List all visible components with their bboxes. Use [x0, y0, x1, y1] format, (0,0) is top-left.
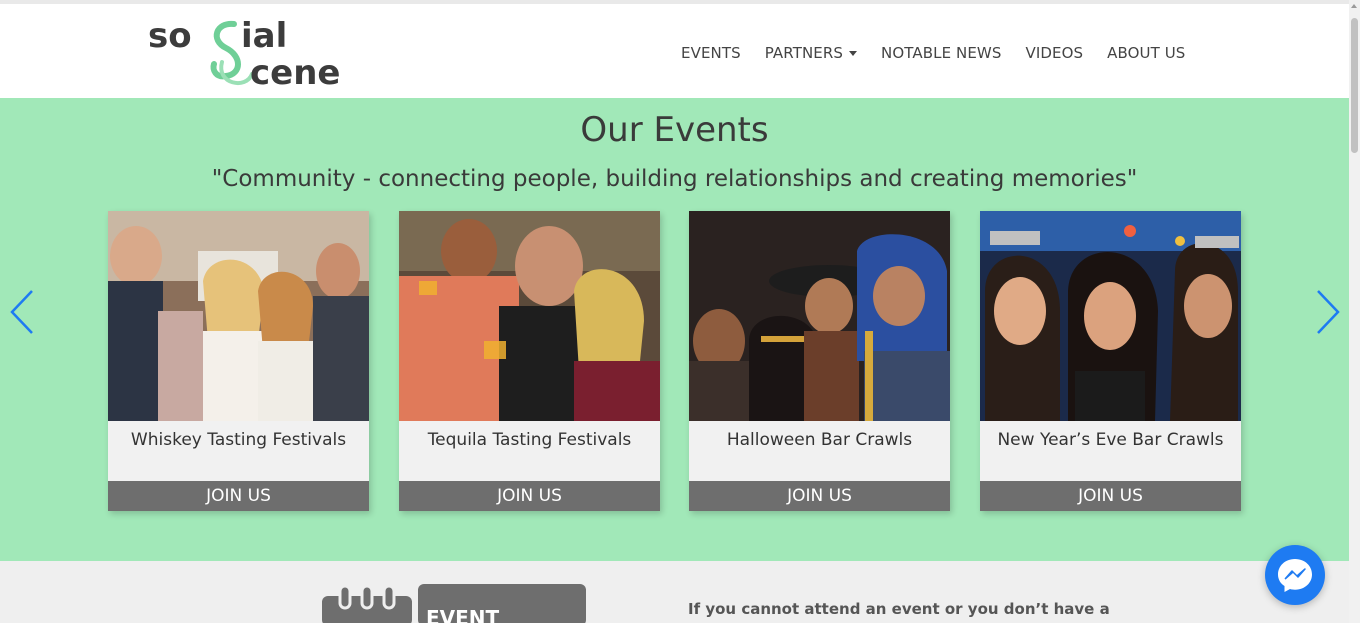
event-card-tequila[interactable]: Tequila Tasting Festivals JOIN US — [399, 211, 660, 511]
nav-partners[interactable]: PARTNERS — [764, 44, 858, 62]
page-scrollbar[interactable] — [1349, 0, 1360, 623]
event-card-title: Whiskey Tasting Festivals — [130, 430, 347, 450]
events-heading: Our Events — [580, 110, 769, 150]
event-card-whiskey[interactable]: Whiskey Tasting Festivals JOIN US — [108, 211, 369, 511]
whiskey-event-photo[interactable] — [108, 211, 369, 421]
event-info-section — [0, 561, 1349, 623]
events-tagline: "Community - connecting people, building… — [211, 166, 1138, 192]
nav-videos[interactable]: VIDEOS — [1025, 44, 1083, 62]
event-card-new-years-eve[interactable]: New Year’s Eve Bar Crawls JOIN US — [980, 211, 1241, 511]
event-card-title: New Year’s Eve Bar Crawls — [997, 430, 1224, 450]
halloween-event-photo[interactable] — [689, 211, 950, 421]
caret-down-icon — [849, 51, 858, 56]
scrollbar-thumb[interactable] — [1351, 18, 1358, 153]
event-card-title: Halloween Bar Crawls — [726, 430, 913, 450]
nav-notable-news[interactable]: NOTABLE NEWS — [881, 44, 1001, 62]
chevron-left-icon — [10, 290, 33, 334]
social-scene-logo[interactable]: so ial cene — [146, 14, 374, 90]
site-header: so ial cene EVENTS PARTNERS NOTABLE NEWS… — [0, 4, 1349, 98]
nav-about-us[interactable]: ABOUT US — [1107, 44, 1185, 62]
tequila-event-photo[interactable] — [399, 211, 660, 421]
join-us-button[interactable]: JOIN US — [980, 481, 1241, 511]
event-card-title: Tequila Tasting Festivals — [427, 430, 632, 450]
new-years-eve-event-photo[interactable] — [980, 211, 1241, 421]
event-card-halloween[interactable]: Halloween Bar Crawls JOIN US — [689, 211, 950, 511]
messenger-chat-button[interactable] — [1265, 545, 1325, 605]
nav-partners-label: PARTNERS — [764, 44, 844, 62]
svg-text:ial: ial — [241, 16, 287, 56]
join-us-button[interactable]: JOIN US — [399, 481, 660, 511]
carousel-prev-button[interactable] — [8, 288, 38, 336]
svg-text:cene: cene — [250, 53, 340, 90]
scroll-up-arrow-icon[interactable] — [1351, 4, 1357, 8]
svg-text:so: so — [148, 16, 192, 56]
main-navigation: EVENTS PARTNERS NOTABLE NEWS VIDEOS ABOU… — [681, 44, 1209, 62]
carousel-next-button[interactable] — [1312, 288, 1342, 336]
calendar-label: EVENT — [426, 606, 500, 623]
nav-events[interactable]: EVENTS — [681, 44, 741, 62]
chevron-right-icon — [1317, 290, 1340, 334]
join-us-button[interactable]: JOIN US — [689, 481, 950, 511]
join-us-button[interactable]: JOIN US — [108, 481, 369, 511]
lower-info-text: If you cannot attend an event or you don… — [688, 600, 1110, 618]
messenger-icon — [1278, 559, 1312, 592]
